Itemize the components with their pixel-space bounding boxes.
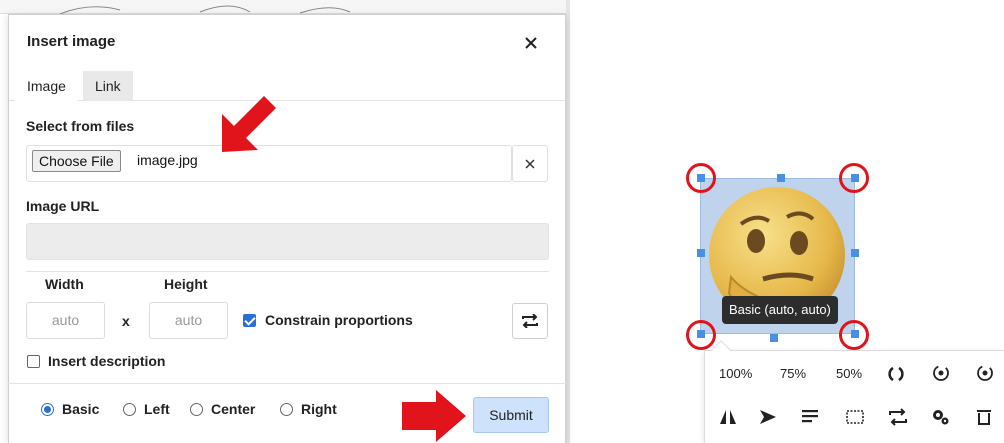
- swap-dimensions-button[interactable]: [512, 303, 548, 339]
- height-input[interactable]: auto: [149, 302, 228, 339]
- size-75-button[interactable]: 75%: [780, 366, 806, 381]
- select-from-files-label: Select from files: [26, 118, 135, 134]
- tab-link[interactable]: Link: [83, 71, 133, 101]
- flip-horizontal-icon[interactable]: [718, 407, 738, 427]
- align-basic-label: Basic: [62, 401, 100, 417]
- resize-handle[interactable]: [697, 249, 705, 257]
- rotate-icon[interactable]: [886, 364, 906, 384]
- submit-button[interactable]: Submit: [473, 397, 549, 433]
- rotate-left-icon[interactable]: [931, 363, 951, 383]
- align-icon[interactable]: [800, 407, 820, 427]
- constrain-proportions-checkbox[interactable]: [243, 314, 256, 327]
- annotation-arrow-icon: [402, 390, 466, 442]
- image-url-label: Image URL: [26, 198, 100, 214]
- divider: [8, 383, 566, 384]
- rotate-right-icon[interactable]: [975, 363, 995, 383]
- align-left-label: Left: [144, 401, 170, 417]
- tab-bar: Image Link: [9, 71, 565, 101]
- settings-icon[interactable]: [930, 407, 950, 427]
- close-icon: [525, 37, 537, 49]
- highlight-ring: [686, 163, 716, 193]
- file-name: image.jpg: [137, 152, 198, 168]
- annotation-arrow-icon: [222, 96, 276, 152]
- crop-icon[interactable]: [845, 407, 865, 427]
- clear-file-button[interactable]: [512, 145, 548, 182]
- insert-description-checkbox[interactable]: [27, 355, 40, 368]
- resize-handle[interactable]: [777, 174, 785, 182]
- image-toolbar: [704, 350, 1004, 443]
- flip-vertical-icon[interactable]: [758, 407, 778, 427]
- highlight-ring: [839, 320, 869, 350]
- divider: [26, 271, 549, 272]
- size-100-button[interactable]: 100%: [719, 366, 752, 381]
- replace-icon[interactable]: [888, 407, 908, 427]
- close-icon: [525, 158, 535, 169]
- constrain-proportions-label: Constrain proportions: [265, 312, 413, 328]
- height-label: Height: [164, 276, 208, 292]
- align-left-radio[interactable]: [123, 403, 136, 416]
- tab-image[interactable]: Image: [15, 71, 78, 101]
- choose-file-button[interactable]: Choose File: [32, 150, 121, 172]
- delete-icon[interactable]: [974, 407, 994, 427]
- resize-handle[interactable]: [770, 334, 778, 342]
- background-edge: [566, 0, 570, 443]
- align-center-label: Center: [211, 401, 256, 417]
- image-url-input[interactable]: [26, 223, 549, 260]
- highlight-ring: [839, 163, 869, 193]
- highlight-ring: [686, 320, 716, 350]
- size-tooltip: Basic (auto, auto): [722, 296, 838, 324]
- insert-description-label: Insert description: [48, 353, 166, 369]
- align-right-radio[interactable]: [280, 403, 293, 416]
- close-button[interactable]: [519, 31, 543, 55]
- resize-handle[interactable]: [851, 249, 859, 257]
- align-center-radio[interactable]: [190, 403, 203, 416]
- align-basic-radio[interactable]: [41, 403, 54, 416]
- width-label: Width: [45, 276, 84, 292]
- align-right-label: Right: [301, 401, 337, 417]
- swap-icon: [522, 314, 538, 328]
- dimension-separator: x: [122, 313, 130, 329]
- size-50-button[interactable]: 50%: [836, 366, 862, 381]
- dialog-title: Insert image: [27, 33, 116, 50]
- width-input[interactable]: auto: [26, 302, 105, 339]
- background-canvas: [0, 0, 570, 14]
